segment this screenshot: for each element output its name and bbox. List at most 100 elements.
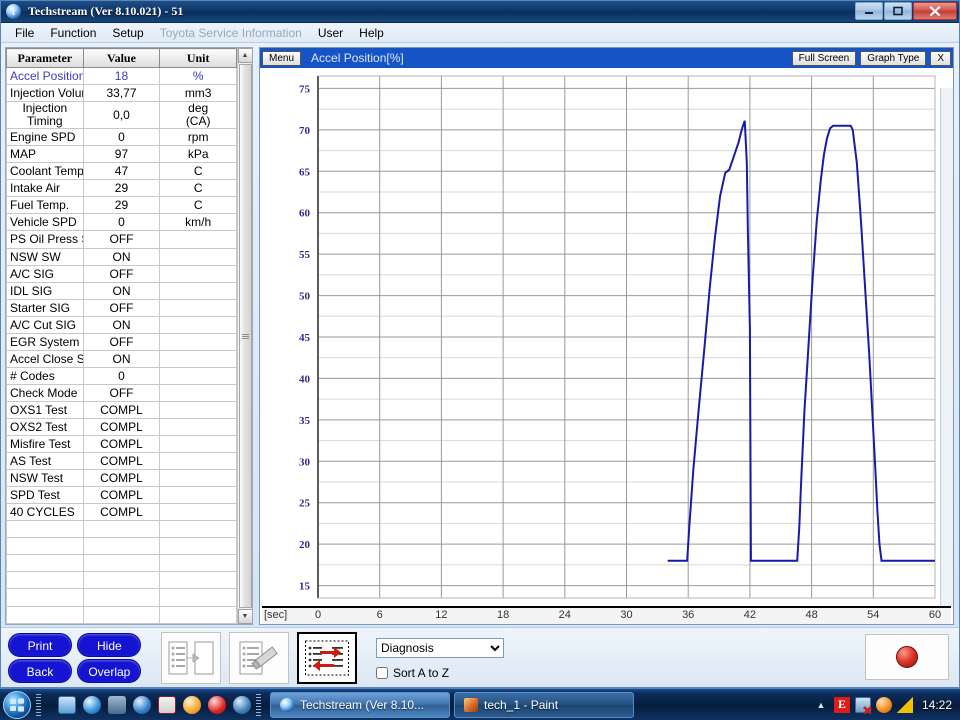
scrollbar-thumb[interactable] — [238, 64, 252, 608]
graph-type-button[interactable]: Graph Type — [860, 50, 927, 66]
table-row[interactable]: Accel Close SWON — [6, 349, 237, 368]
parameter-name-cell — [6, 554, 84, 573]
tray-expand-icon[interactable]: ▲ — [813, 697, 829, 713]
table-row[interactable]: PS Oil Press SWOFF — [6, 230, 237, 249]
sun-icon[interactable] — [183, 695, 201, 714]
parameter-value-cell — [82, 554, 161, 573]
menu-item-help[interactable]: Help — [351, 24, 392, 42]
table-row[interactable]: Intake Air 29 C — [6, 179, 237, 198]
table-row[interactable]: Injection Volume33,77mm3 — [6, 84, 237, 103]
parameter-value-cell: COMPL — [82, 417, 161, 437]
eset-icon[interactable]: E — [833, 696, 850, 713]
copy-list-icon[interactable] — [161, 632, 221, 684]
x-tick-label: 60 — [928, 609, 942, 621]
hide-button[interactable]: Hide — [77, 633, 142, 657]
media-center-icon[interactable] — [58, 695, 76, 714]
parameter-unit-cell: % — [159, 66, 237, 86]
taskbar-item-paint[interactable]: tech_1 - Paint — [454, 691, 634, 718]
table-row[interactable] — [6, 554, 237, 573]
sort-a-to-z-checkbox[interactable] — [376, 667, 388, 679]
y-tick-label: 70 — [299, 125, 311, 137]
table-row[interactable]: AS Test COMPL — [6, 452, 237, 471]
maximize-button[interactable] — [884, 2, 912, 20]
table-row[interactable]: A/C Cut SIG ON — [6, 315, 237, 334]
table-row[interactable] — [6, 537, 237, 556]
graph-close-button[interactable]: X — [930, 50, 951, 66]
table-row[interactable]: # Codes 0 — [6, 366, 237, 385]
internet-explorer-icon[interactable] — [83, 695, 101, 714]
parameter-value-cell: ON — [82, 315, 161, 334]
table-row[interactable] — [6, 588, 237, 607]
close-button[interactable] — [913, 2, 957, 20]
print-button[interactable]: Print — [8, 633, 72, 657]
menu-item-setup[interactable]: Setup — [104, 24, 151, 42]
system-tray: ▲ E 14:22 — [813, 696, 960, 714]
record-button[interactable] — [865, 634, 949, 680]
table-row[interactable]: Starter SIG OFF — [6, 298, 237, 317]
table-row[interactable]: Engine SPD 0 rpm — [6, 128, 237, 147]
opera-icon[interactable] — [233, 695, 251, 714]
parameter-unit-cell — [159, 298, 237, 317]
table-row[interactable]: Check Mode OFF — [6, 383, 237, 402]
warning-icon[interactable] — [896, 696, 913, 713]
table-row[interactable]: Injection Timing 0,0 deg (CA) — [6, 101, 237, 130]
full-screen-button[interactable]: Full Screen — [791, 50, 857, 66]
graph-vertical-scrollbar[interactable] — [940, 88, 953, 606]
table-row[interactable] — [6, 605, 237, 624]
table-row[interactable]: Vehicle SPD 0 km/h — [6, 213, 237, 232]
taskbar-item-techstream[interactable]: Techstream (Ver 8.10... — [270, 691, 450, 718]
table-row[interactable]: SPD Test COMPL — [6, 486, 237, 505]
yandex-icon[interactable] — [208, 695, 226, 714]
network-error-icon[interactable] — [854, 696, 872, 714]
parameter-unit-cell: mm3 — [159, 84, 237, 103]
techstream-logo-icon: t — [6, 4, 21, 19]
back-button[interactable]: Back — [8, 659, 72, 683]
scroll-down-arrow-icon[interactable]: ▼ — [237, 609, 252, 624]
update-icon[interactable] — [875, 696, 892, 713]
media-player-icon[interactable] — [133, 695, 151, 714]
column-header-parameter[interactable]: Parameter — [6, 48, 84, 68]
mode-dropdown[interactable]: Diagnosis — [376, 638, 504, 658]
table-row[interactable]: NSW SW ON — [6, 247, 237, 266]
minimize-button[interactable] — [855, 2, 883, 20]
scroll-up-arrow-icon[interactable]: ▲ — [237, 48, 252, 63]
graph-plot-area[interactable]: 15 20 25 30 35 40 45 50 55 60 65 70 75 — [260, 68, 953, 606]
table-row[interactable]: Coolant Temp 47 C — [6, 162, 237, 181]
taskbar-divider-2 — [256, 693, 261, 716]
parameter-unit-cell — [159, 588, 237, 607]
table-row[interactable]: Fuel Temp. 29 C — [6, 196, 237, 215]
graph-menu-button[interactable]: Menu — [262, 50, 302, 66]
start-orb-icon[interactable] — [3, 690, 31, 719]
table-row[interactable]: IDL SIG ON — [6, 281, 237, 300]
overlap-button[interactable]: Overlap — [77, 659, 142, 683]
table-row[interactable]: 40 CYCLES COMPL — [6, 503, 237, 522]
table-row[interactable] — [6, 571, 237, 590]
save-icon[interactable] — [158, 695, 176, 714]
taskbar-clock[interactable]: 14:22 — [922, 698, 952, 712]
menu-item-user[interactable]: User — [310, 24, 351, 42]
table-row[interactable]: NSW Test COMPL — [6, 469, 237, 488]
table-row[interactable]: EGR System OFF — [6, 332, 237, 351]
x-tick-label: 12 — [435, 609, 448, 621]
diagnosis-controls: Diagnosis Sort A to Z — [376, 638, 504, 680]
edit-list-icon[interactable] — [229, 632, 289, 684]
parameter-value-cell: 18 — [82, 66, 161, 86]
table-row[interactable]: OXS1 Test COMPL — [6, 400, 237, 419]
column-header-value[interactable]: Value — [82, 48, 161, 68]
table-row[interactable]: OXS2 Test COMPL — [6, 417, 237, 437]
tools-icon[interactable] — [108, 695, 126, 714]
parameter-scrollbar[interactable]: ▲ ▼ — [237, 48, 252, 624]
table-row[interactable]: Accel Position 18% — [6, 66, 237, 86]
column-header-unit[interactable]: Unit — [159, 48, 237, 68]
table-row[interactable] — [6, 520, 237, 539]
swap-lists-icon[interactable] — [297, 632, 357, 684]
parameter-unit-cell — [159, 520, 237, 539]
table-row[interactable]: Misfire Test COMPL — [6, 435, 237, 454]
y-tick-label: 75 — [299, 83, 311, 95]
table-row[interactable]: A/C SIG OFF — [6, 264, 237, 283]
parameter-table-body: Accel Position18%Injection Volume33,77mm… — [6, 66, 237, 624]
menu-item-file[interactable]: File — [7, 24, 42, 42]
table-row[interactable]: MAP 97 kPa — [6, 145, 237, 164]
menu-item-function[interactable]: Function — [42, 24, 104, 42]
parameter-unit-cell — [159, 247, 237, 266]
